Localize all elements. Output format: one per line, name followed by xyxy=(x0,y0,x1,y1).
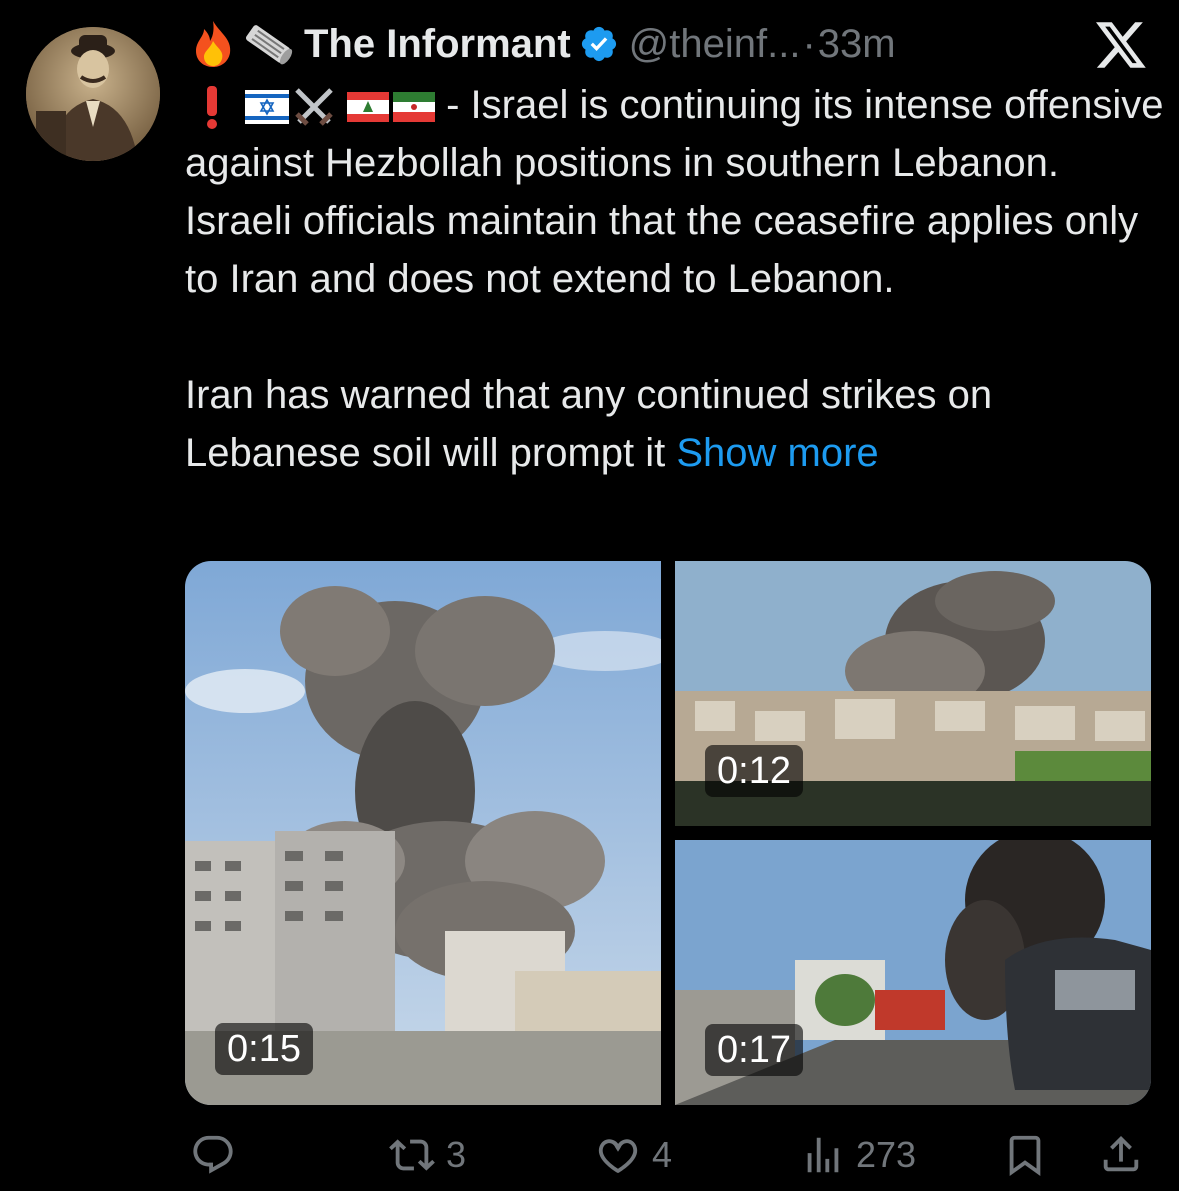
share-icon xyxy=(1103,1135,1139,1172)
share-button[interactable] xyxy=(1098,1130,1144,1178)
exclamation-emoji-icon xyxy=(207,86,217,130)
video-duration-badge: 0:15 xyxy=(215,1023,313,1075)
iran-flag-icon xyxy=(393,92,435,123)
bookmark-button[interactable] xyxy=(1002,1132,1048,1178)
emoji-row xyxy=(185,84,435,130)
retweet-count: 3 xyxy=(446,1134,467,1175)
views-chart-icon xyxy=(807,1137,839,1173)
views-button[interactable]: 273 xyxy=(800,1132,916,1178)
reply-button[interactable] xyxy=(190,1132,246,1178)
video-duration-badge: 0:17 xyxy=(705,1024,803,1076)
tweet-paragraph-2: Iran has warned that any continued strik… xyxy=(185,366,1165,482)
avatar-image xyxy=(26,27,160,161)
tweet-actions: 3 4 273 xyxy=(0,1128,1179,1186)
reply-icon xyxy=(193,1135,233,1174)
like-count: 4 xyxy=(652,1134,673,1175)
video-tile-3[interactable]: 0:17 xyxy=(675,840,1151,1105)
fire-emoji-icon xyxy=(196,21,231,67)
video-tile-1[interactable]: 0:15 xyxy=(185,561,661,1105)
newspaper-roll-emoji-icon xyxy=(245,25,293,65)
video-tile-2[interactable]: 0:12 xyxy=(675,561,1151,826)
show-more-link[interactable]: Show more xyxy=(676,431,878,475)
israel-flag-icon xyxy=(245,90,289,125)
x-logo-icon xyxy=(1096,22,1146,68)
heart-icon xyxy=(598,1139,638,1173)
views-count: 273 xyxy=(856,1134,917,1175)
like-button[interactable]: 4 xyxy=(594,1132,672,1178)
retweet-button[interactable]: 3 xyxy=(388,1132,466,1178)
separator-dot: · xyxy=(802,21,816,66)
tweet-header: The Informant @theinf... · 33m xyxy=(190,14,896,74)
bookmark-icon xyxy=(1009,1135,1041,1176)
tweet-text: - Israel is continuing its intense offen… xyxy=(185,76,1165,482)
tweet-time[interactable]: 33m xyxy=(818,22,896,67)
author-handle[interactable]: @theinf... xyxy=(629,22,801,67)
author-name[interactable]: The Informant xyxy=(304,22,571,67)
media-grid: 0:15 0:12 0:17 xyxy=(185,561,1151,1105)
verified-badge-icon xyxy=(581,26,616,62)
video-duration-badge: 0:12 xyxy=(705,745,803,797)
retweet-icon xyxy=(389,1139,435,1171)
tweet-paragraph-1: - Israel is continuing its intense offen… xyxy=(185,76,1165,308)
avatar[interactable] xyxy=(26,27,160,161)
lebanon-flag-icon xyxy=(347,92,389,123)
crossed-swords-icon xyxy=(295,88,333,127)
